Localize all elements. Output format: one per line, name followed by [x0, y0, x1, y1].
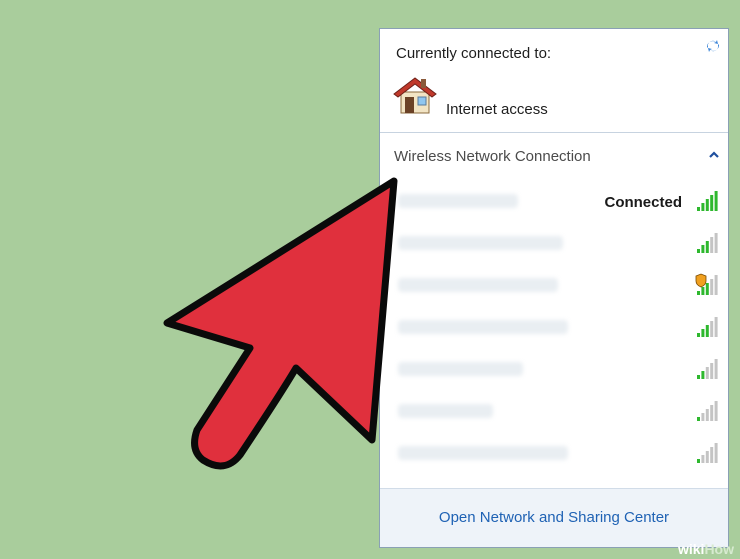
refresh-icon[interactable]: [704, 37, 722, 55]
chevron-up-icon[interactable]: [708, 150, 720, 160]
signal-bar: [710, 363, 714, 379]
signal-bar: [710, 279, 714, 295]
signal-icon: [697, 443, 718, 463]
signal-bar: [714, 401, 718, 421]
signal-bar: [697, 291, 700, 295]
signal-bar: [710, 321, 714, 337]
signal-bar: [710, 447, 714, 463]
signal-bar: [710, 405, 714, 421]
signal-bar: [701, 329, 705, 337]
signal-icon: [697, 191, 718, 211]
network-ssid: [398, 194, 518, 208]
network-row[interactable]: Connected: [380, 181, 728, 223]
signal-icon: [697, 317, 718, 337]
flyout-footer: Open Network and Sharing Center: [380, 488, 728, 547]
signal-bar: [705, 241, 709, 253]
signal-bar: [705, 367, 709, 379]
signal-bar: [701, 245, 705, 253]
signal-bar: [697, 417, 700, 421]
signal-bar: [714, 233, 718, 253]
network-row[interactable]: [380, 265, 728, 307]
signal-bar: [701, 413, 705, 421]
wikihow-watermark: wikiHow: [677, 541, 734, 557]
signal-bar: [697, 459, 700, 463]
signal-bar: [701, 203, 705, 211]
signal-bar: [714, 443, 718, 463]
signal-bar: [701, 287, 705, 295]
signal-bar: [697, 207, 700, 211]
signal-bar: [714, 191, 718, 211]
network-flyout: Currently connected to: Internet access …: [379, 28, 729, 548]
signal-bar: [705, 199, 709, 211]
signal-icon: [697, 401, 718, 421]
network-row[interactable]: [380, 433, 728, 475]
signal-icon: [697, 359, 718, 379]
signal-warning-icon: [695, 273, 718, 295]
signal-bar: [714, 317, 718, 337]
signal-bar: [701, 371, 705, 379]
internet-access-label: Internet access: [446, 101, 548, 118]
warning-shield-icon: [695, 273, 707, 288]
connected-network-name: [446, 74, 576, 88]
network-row[interactable]: [380, 307, 728, 349]
signal-bar: [697, 249, 700, 253]
connection-status: Connected: [604, 194, 682, 211]
open-network-sharing-center-link[interactable]: Open Network and Sharing Center: [380, 509, 728, 526]
network-ssid: [398, 362, 523, 376]
signal-bar: [705, 325, 709, 337]
signal-bar: [705, 409, 709, 421]
network-row[interactable]: [380, 391, 728, 433]
signal-bar: [714, 359, 718, 379]
signal-bar: [705, 451, 709, 463]
signal-icon: [697, 233, 718, 253]
network-ssid: [398, 320, 568, 334]
network-row[interactable]: [380, 349, 728, 391]
signal-bar: [697, 333, 700, 337]
signal-bar: [714, 275, 718, 295]
wireless-network-connection-header[interactable]: Wireless Network Connection: [394, 148, 591, 165]
signal-bar: [705, 283, 709, 295]
network-ssid: [398, 404, 493, 418]
signal-bar: [710, 237, 714, 253]
network-house-icon: [393, 77, 437, 114]
network-row[interactable]: [380, 223, 728, 265]
network-ssid: [398, 236, 563, 250]
signal-bar: [697, 375, 700, 379]
network-ssid: [398, 446, 568, 460]
network-ssid: [398, 278, 558, 292]
signal-bar: [701, 455, 705, 463]
signal-bar: [710, 195, 714, 211]
divider: [380, 132, 728, 133]
currently-connected-label: Currently connected to:: [396, 45, 552, 62]
